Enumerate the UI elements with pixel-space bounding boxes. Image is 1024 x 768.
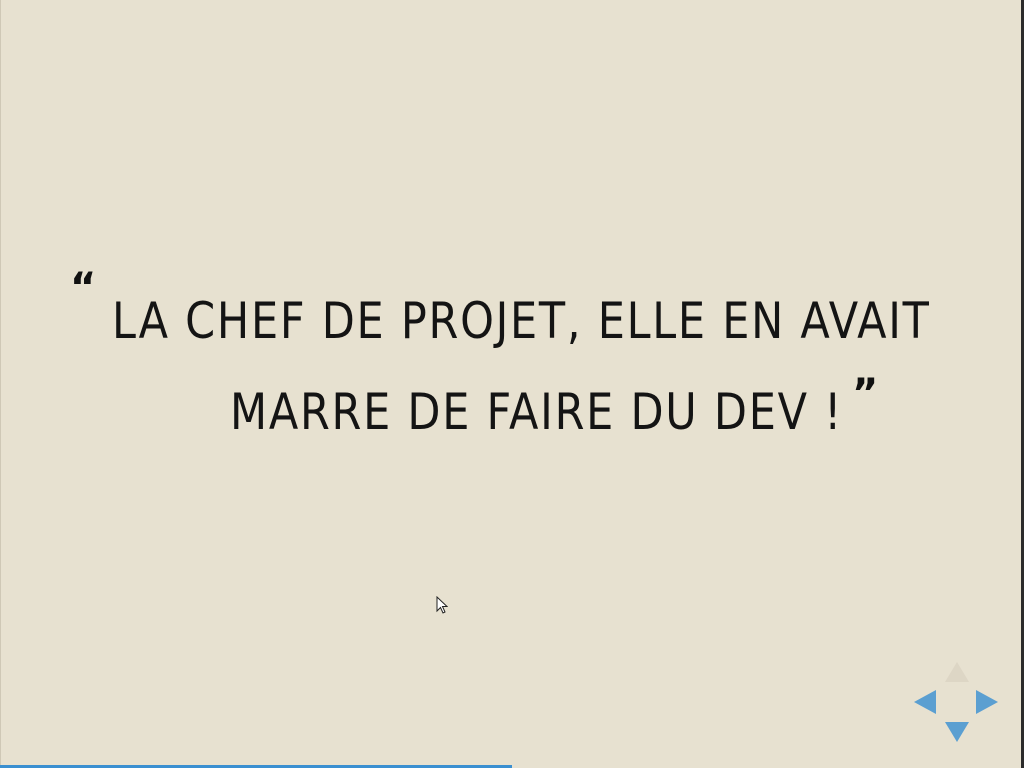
mouse-cursor-icon [436,596,448,614]
slide-navigation [912,660,1002,746]
quote-line-1: LA CHEF DE PROJET, ELLE EN AVAIT [112,292,931,350]
arrow-left-icon[interactable] [914,690,936,714]
slide: “ LA CHEF DE PROJET, ELLE EN AVAIT MARRE… [0,0,1024,768]
arrow-up-icon[interactable] [945,662,969,682]
quote-close-mark: ” [852,371,879,417]
quote-open-mark: “ [70,265,97,311]
arrow-right-icon[interactable] [976,690,998,714]
quote-line-2: MARRE DE FAIRE DU DEV ! [230,383,844,441]
quote-block: “ LA CHEF DE PROJET, ELLE EN AVAIT MARRE… [60,262,960,452]
arrow-down-icon[interactable] [945,722,969,742]
left-edge [0,0,1,768]
